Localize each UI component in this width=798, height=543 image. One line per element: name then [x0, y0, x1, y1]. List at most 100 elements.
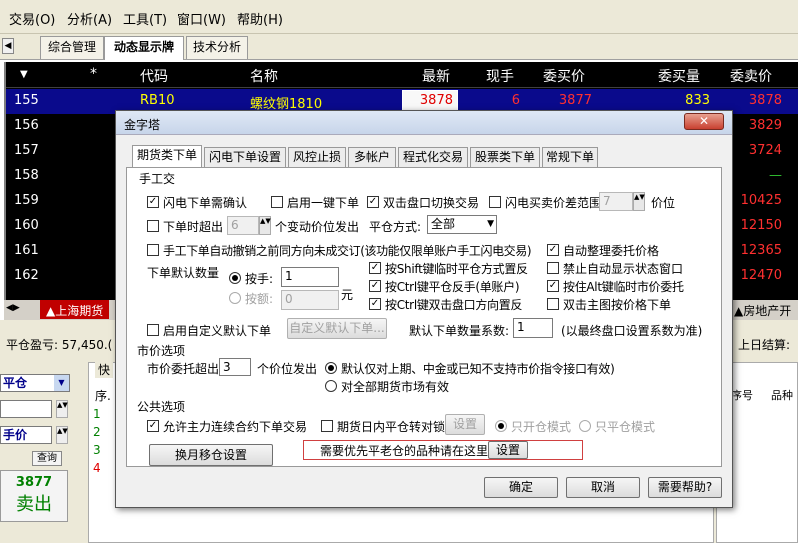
order-exceed-input[interactable]: 6 — [227, 216, 259, 235]
chevron-down-icon[interactable]: ▼ — [487, 216, 494, 233]
alt-market-label: 按住Alt键临时市价委托 — [563, 280, 684, 294]
settings-dialog: 金字塔 ✕ 期货类下单 闪电下单设置 风控止损 多帐户 程式化交易 股票类下单 … — [115, 110, 733, 508]
alt-market-checkbox[interactable]: ✓ — [547, 280, 559, 292]
auto-arrange-checkbox[interactable]: ✓ — [547, 244, 559, 256]
hand-qty-input[interactable]: 1 — [281, 267, 339, 287]
column-menu-icon[interactable]: ▼ — [20, 69, 28, 80]
radio-by-hand[interactable] — [229, 272, 241, 284]
ok-button[interactable]: 确定 — [484, 477, 558, 498]
one-key-checkbox[interactable] — [271, 196, 283, 208]
menu-trade[interactable]: 交易(O) — [9, 9, 55, 28]
tab-multi-account[interactable]: 多帐户 — [348, 147, 396, 167]
tab-stock-order[interactable]: 股票类下单 — [470, 147, 540, 167]
list-item: 2 — [93, 425, 101, 439]
price-spin-icon[interactable]: ▲▼ — [56, 426, 68, 444]
month-shift-button[interactable]: 换月移仓设置 — [149, 444, 273, 466]
radio-open-only[interactable] — [495, 420, 507, 432]
flash-spread-spin-icon[interactable]: ▲▼ — [633, 192, 645, 211]
manual-cancel-checkbox[interactable] — [147, 244, 159, 256]
price-type-field[interactable]: 手价 — [0, 426, 52, 444]
radio-by-amount[interactable] — [229, 292, 241, 304]
default-coef-input[interactable]: 1 — [513, 318, 553, 338]
col-bid-volume[interactable]: 委买量 — [658, 66, 700, 86]
row-ask: 12470 — [740, 268, 782, 283]
qty-spin-icon[interactable]: ▲▼ — [56, 400, 68, 418]
radio-close-only[interactable] — [579, 420, 591, 432]
tab-overview[interactable]: 综合管理 — [40, 36, 104, 59]
dialog-titlebar: 金字塔 ✕ — [116, 111, 732, 135]
auto-arrange-label: 自动整理委托价格 — [563, 244, 660, 258]
qty-input[interactable] — [0, 400, 52, 418]
market-exceed-input[interactable]: 3 — [219, 358, 251, 376]
col-volume[interactable]: 现手 — [486, 66, 514, 86]
shift-checkbox[interactable]: ✓ — [369, 262, 381, 274]
col-ask[interactable]: 委卖价 — [730, 66, 772, 86]
sell-button[interactable]: 3877 卖出 — [0, 470, 68, 522]
col-star[interactable]: * — [90, 66, 97, 82]
order-exceed-checkbox[interactable] — [147, 220, 159, 232]
col-last[interactable]: 最新 — [422, 66, 450, 86]
scroll-left-icon[interactable]: ◀ — [2, 38, 14, 54]
group-common-label: 公共选项 — [137, 400, 186, 414]
radio-close-only-label: 只平仓模式 — [595, 420, 656, 434]
dbl-main-checkbox[interactable] — [547, 298, 559, 310]
chevron-down-icon[interactable]: ▼ — [54, 375, 69, 391]
tab-technical[interactable]: 技术分析 — [186, 36, 248, 59]
query-button[interactable]: 查询 — [32, 451, 62, 466]
tab-risk-control[interactable]: 风控止损 — [288, 147, 346, 167]
col-bid[interactable]: 委买价 — [543, 66, 585, 86]
tab-futures-order[interactable]: 期货类下单 — [132, 145, 202, 168]
market-scroll-icon[interactable]: ◀▶ — [6, 303, 20, 313]
close-icon[interactable]: ✕ — [684, 113, 724, 130]
flash-spread-label: 闪电买卖价差范围 — [505, 196, 602, 210]
custom-qty-button[interactable]: 自定义默认下单... — [287, 318, 387, 339]
radio-open-only-label: 只开仓模式 — [511, 420, 572, 434]
radio-market-all[interactable] — [325, 380, 337, 392]
row-ask: 10425 — [740, 193, 782, 208]
tab-regular-order[interactable]: 常规下单 — [542, 147, 598, 167]
priority-set-button[interactable]: 设置 — [488, 441, 528, 459]
radio-market-default[interactable] — [325, 362, 337, 374]
ctrl-reverse-checkbox[interactable]: ✓ — [369, 280, 381, 292]
flash-spread-input[interactable]: 7 — [599, 192, 633, 211]
list-item: 3 — [93, 443, 101, 457]
open-close-select[interactable]: 平仓 ▼ — [0, 374, 70, 392]
no-status-checkbox[interactable] — [547, 262, 559, 274]
row-vol: 6 — [511, 93, 520, 108]
tab-dynamic-board[interactable]: 动态显示牌 — [104, 36, 184, 60]
tab-flash-order[interactable]: 闪电下单设置 — [204, 147, 286, 167]
row-ask: 3724 — [748, 143, 782, 158]
col-name[interactable]: 名称 — [250, 66, 278, 86]
intraday-set-button[interactable]: 设置 — [445, 414, 485, 435]
custom-qty-checkbox[interactable] — [147, 324, 159, 336]
flash-confirm-checkbox[interactable]: ✓ — [147, 196, 159, 208]
market-tab-shfe[interactable]: ▲上海期货 — [40, 300, 110, 319]
col-variety: 品种 — [771, 389, 793, 402]
help-button[interactable]: 需要帮助? — [648, 477, 722, 498]
radio-market-all-label: 对全部期货市场有效 — [341, 380, 450, 394]
col-seq: 序号 — [731, 389, 753, 402]
tab-program-trading[interactable]: 程式化交易 — [398, 147, 468, 167]
menu-tools[interactable]: 工具(T) — [123, 9, 167, 28]
shift-label: 按Shift键临时平仓方式置反 — [385, 262, 528, 276]
main-contract-label: 允许主力连续合约下单交易 — [163, 420, 308, 434]
cancel-button[interactable]: 取消 — [566, 477, 640, 498]
market-tab-realestate[interactable]: ▲房地产开 — [734, 302, 791, 319]
ctrl-dbl-checkbox[interactable]: ✓ — [369, 298, 381, 310]
main-contract-checkbox[interactable]: ✓ — [147, 420, 159, 432]
menu-window[interactable]: 窗口(W) — [177, 9, 226, 28]
flash-spread-checkbox[interactable] — [489, 196, 501, 208]
menu-analysis[interactable]: 分析(A) — [67, 9, 112, 28]
row-number: 161 — [14, 243, 39, 258]
menu-bar: 交易(O) 分析(A) 工具(T) 窗口(W) 帮助(H) — [0, 0, 798, 34]
intraday-close-checkbox[interactable] — [321, 420, 333, 432]
row-code: RB10 — [140, 93, 175, 108]
radio-market-default-label: 默认仅对上期、中金或已知不支持市价指令接口有效) — [341, 362, 615, 376]
amount-input[interactable]: 0 — [281, 290, 339, 310]
dbl-main-label: 双击主图按价格下单 — [563, 298, 672, 312]
col-code[interactable]: 代码 — [140, 66, 168, 86]
order-exceed-spin-icon[interactable]: ▲▼ — [259, 216, 271, 235]
close-mode-select[interactable]: 全部 ▼ — [427, 215, 497, 234]
menu-help[interactable]: 帮助(H) — [237, 9, 283, 28]
dblclick-switch-checkbox[interactable]: ✓ — [367, 196, 379, 208]
